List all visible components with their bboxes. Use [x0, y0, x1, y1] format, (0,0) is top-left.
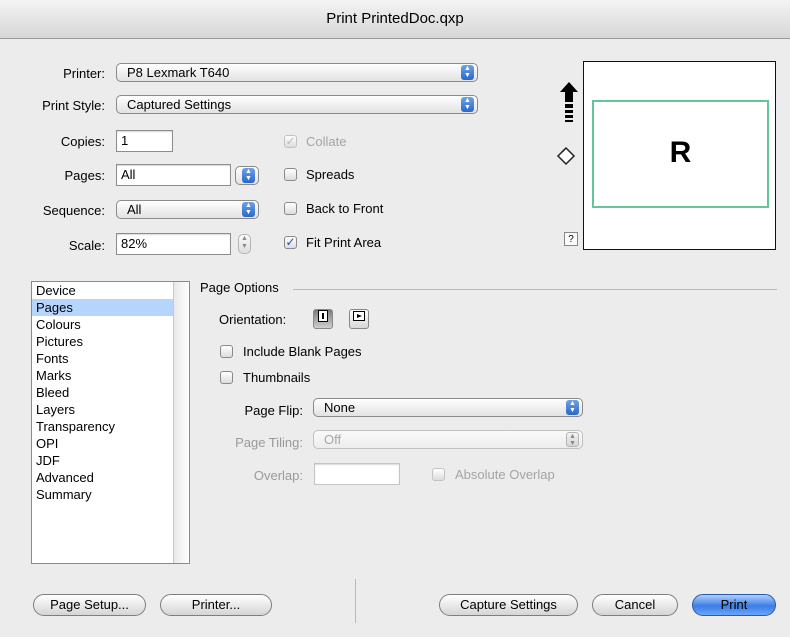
absolute-overlap-label: Absolute Overlap [455, 467, 555, 482]
print-preview: R [583, 61, 776, 250]
printer-button[interactable]: Printer... [160, 594, 272, 616]
pages-label: Pages: [64, 168, 105, 183]
printer-label: Printer: [63, 66, 105, 81]
page-flip-popup[interactable]: None ▲ ▼ [313, 398, 583, 417]
sidebar-item-device[interactable]: Device [32, 282, 189, 299]
portrait-button[interactable] [313, 309, 333, 329]
settings-panel-list[interactable]: Device Pages Colours Pictures Fonts Marks Blee… [31, 281, 190, 564]
sidebar-item-pictures[interactable]: Pictures [32, 333, 189, 350]
printer-value: P8 Lexmark T640 [127, 65, 230, 80]
popup-arrows-icon: ▲ ▼ [566, 432, 579, 447]
page-flip-value: None [324, 400, 356, 415]
print-style-value: Captured Settings [127, 97, 232, 112]
pages-field[interactable]: All [116, 164, 231, 186]
list-scrollbar[interactable] [173, 282, 189, 563]
page-tiling-value: Off [324, 432, 342, 447]
capture-settings-button[interactable]: Capture Settings [439, 594, 578, 616]
button-divider [355, 579, 356, 623]
thumbnails-checkbox[interactable] [220, 371, 233, 384]
sequence-value: All [127, 202, 142, 217]
scale-stepper[interactable]: ▲ ▼ [238, 234, 251, 254]
page-setup-button[interactable]: Page Setup... [33, 594, 146, 616]
sidebar-item-opi[interactable]: OPI [32, 435, 189, 452]
preview-letter: R [669, 136, 692, 169]
copies-label: Copies: [60, 134, 105, 149]
rotate-tag-icon [556, 146, 576, 166]
include-blank-pages-checkbox[interactable] [220, 345, 233, 358]
print-style-popup[interactable]: Captured Settings ▲ ▼ [116, 95, 478, 114]
preview-page: R [592, 100, 769, 208]
cancel-button[interactable]: Cancel [592, 594, 678, 616]
sidebar-item-bleed[interactable]: Bleed [32, 384, 189, 401]
popup-arrows-icon: ▲ ▼ [242, 202, 255, 217]
popup-arrows-icon: ▲ ▼ [242, 168, 255, 183]
pages-popup-button[interactable]: ▲ ▼ [235, 166, 259, 185]
landscape-icon [353, 311, 365, 324]
print-button[interactable]: Print [692, 594, 776, 616]
sequence-popup[interactable]: All ▲ ▼ [116, 200, 259, 219]
thumbnails-label: Thumbnails [243, 370, 311, 385]
scale-label: Scale: [68, 238, 105, 253]
sidebar-item-fonts[interactable]: Fonts [32, 350, 189, 367]
sidebar-item-marks[interactable]: Marks [32, 367, 189, 384]
page-tiling-label: Page Tiling: [235, 435, 303, 450]
collate-label: Collate [306, 134, 347, 149]
absolute-overlap-checkbox[interactable] [432, 468, 445, 481]
fit-print-area-checkbox[interactable]: ✓ [284, 236, 297, 249]
overlap-label: Overlap: [253, 468, 303, 483]
section-divider [293, 289, 777, 290]
back-to-front-checkbox[interactable] [284, 202, 297, 215]
help-button[interactable]: ? [564, 232, 578, 246]
window-title: Print PrintedDoc.qxp [0, 0, 790, 39]
print-style-label: Print Style: [42, 98, 105, 113]
sidebar-item-colours[interactable]: Colours [32, 316, 189, 333]
spreads-checkbox[interactable] [284, 168, 297, 181]
sidebar-item-layers[interactable]: Layers [32, 401, 189, 418]
scale-field[interactable]: 82% [116, 233, 231, 255]
orientation-label: Orientation: [219, 312, 287, 327]
spreads-label: Spreads [306, 167, 355, 182]
paper-feed-arrow-icon [560, 82, 578, 128]
back-to-front-label: Back to Front [306, 201, 384, 216]
page-flip-label: Page Flip: [244, 403, 303, 418]
sidebar-item-jdf[interactable]: JDF [32, 452, 189, 469]
sidebar-item-pages[interactable]: Pages [32, 299, 189, 316]
printer-popup[interactable]: P8 Lexmark T640 ▲ ▼ [116, 63, 478, 82]
overlap-field[interactable] [314, 463, 400, 485]
sidebar-item-advanced[interactable]: Advanced [32, 469, 189, 486]
portrait-icon [318, 310, 328, 325]
collate-checkbox[interactable]: ✓ [284, 135, 297, 148]
sidebar-item-transparency[interactable]: Transparency [32, 418, 189, 435]
popup-arrows-icon: ▲ ▼ [461, 65, 474, 80]
popup-arrows-icon: ▲ ▼ [566, 400, 579, 415]
fit-print-area-label: Fit Print Area [306, 235, 382, 250]
sidebar-item-summary[interactable]: Summary [32, 486, 189, 503]
section-title: Page Options [200, 280, 279, 295]
sequence-label: Sequence: [42, 203, 105, 218]
copies-field[interactable]: 1 [116, 130, 173, 152]
page-tiling-popup[interactable]: Off ▲ ▼ [313, 430, 583, 449]
landscape-button[interactable] [349, 309, 369, 329]
popup-arrows-icon: ▲ ▼ [461, 97, 474, 112]
include-blank-pages-label: Include Blank Pages [243, 344, 362, 359]
sidebar-items: Device Pages Colours Pictures Fonts Marks Blee… [32, 282, 189, 503]
